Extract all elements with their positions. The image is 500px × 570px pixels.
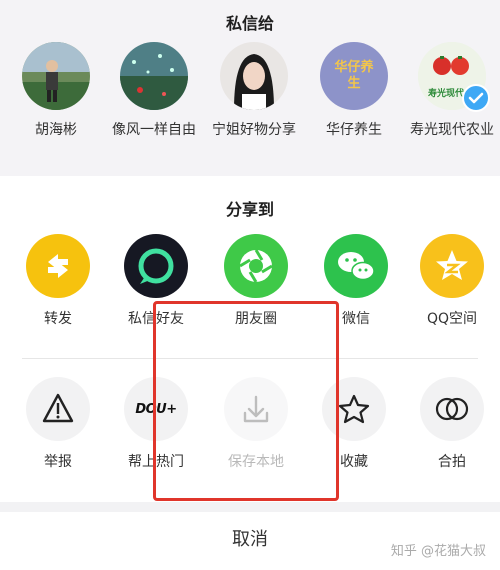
contact-name: 像风一样自由 bbox=[112, 122, 196, 138]
repost-icon bbox=[26, 234, 90, 298]
dm-section-title: 私信给 bbox=[225, 14, 274, 33]
share-label: 转发 bbox=[44, 311, 72, 327]
contact-item[interactable]: 华仔养生 华仔养生 bbox=[306, 42, 402, 140]
contacts-row: 胡海彬 像风一样自由 宁姐好物分享 华仔养生 华仔养生 寿光现代 寿光现代农业 bbox=[0, 42, 500, 172]
woman-portrait-photo-icon bbox=[220, 42, 288, 110]
qzone-icon bbox=[420, 234, 484, 298]
action-label: 合拍 bbox=[438, 454, 466, 470]
duet-button[interactable]: 合拍 bbox=[402, 377, 500, 471]
watermark: 知乎 @花猫大叔 bbox=[390, 544, 486, 559]
wechat-icon bbox=[324, 234, 388, 298]
text-logo-avatar-icon: 华仔养生 bbox=[320, 42, 388, 110]
share-section-title: 分享到 bbox=[225, 200, 274, 219]
contact-item[interactable]: 像风一样自由 bbox=[106, 42, 202, 140]
contact-name: 寿光现代农业 bbox=[410, 122, 494, 138]
contact-name: 宁姐好物分享 bbox=[212, 122, 296, 138]
report-button[interactable]: 举报 bbox=[8, 377, 108, 471]
highlight-annotation-box bbox=[153, 301, 339, 501]
rainy-window-photo-icon bbox=[120, 42, 188, 110]
share-repost-button[interactable]: 转发 bbox=[8, 234, 108, 328]
share-qzone-button[interactable]: QQ空间 bbox=[402, 234, 500, 328]
contact-item[interactable]: 寿光现代 寿光现代农业 bbox=[404, 42, 500, 140]
verified-badge-icon bbox=[462, 84, 490, 112]
separator-band bbox=[0, 502, 500, 512]
contact-item[interactable]: 宁姐好物分享 bbox=[206, 42, 302, 140]
contact-name: 华仔养生 bbox=[326, 122, 382, 138]
share-label: QQ空间 bbox=[426, 311, 478, 327]
avatar-text: 华仔养生 bbox=[334, 60, 374, 91]
message-friend-icon bbox=[124, 234, 188, 298]
moments-icon bbox=[224, 234, 288, 298]
action-label: 举报 bbox=[44, 454, 72, 470]
duet-icon bbox=[420, 377, 484, 441]
contact-item[interactable]: 胡海彬 bbox=[8, 42, 104, 140]
warning-icon bbox=[26, 377, 90, 441]
person-outdoor-photo-icon bbox=[22, 42, 90, 110]
contact-name: 胡海彬 bbox=[35, 122, 77, 138]
